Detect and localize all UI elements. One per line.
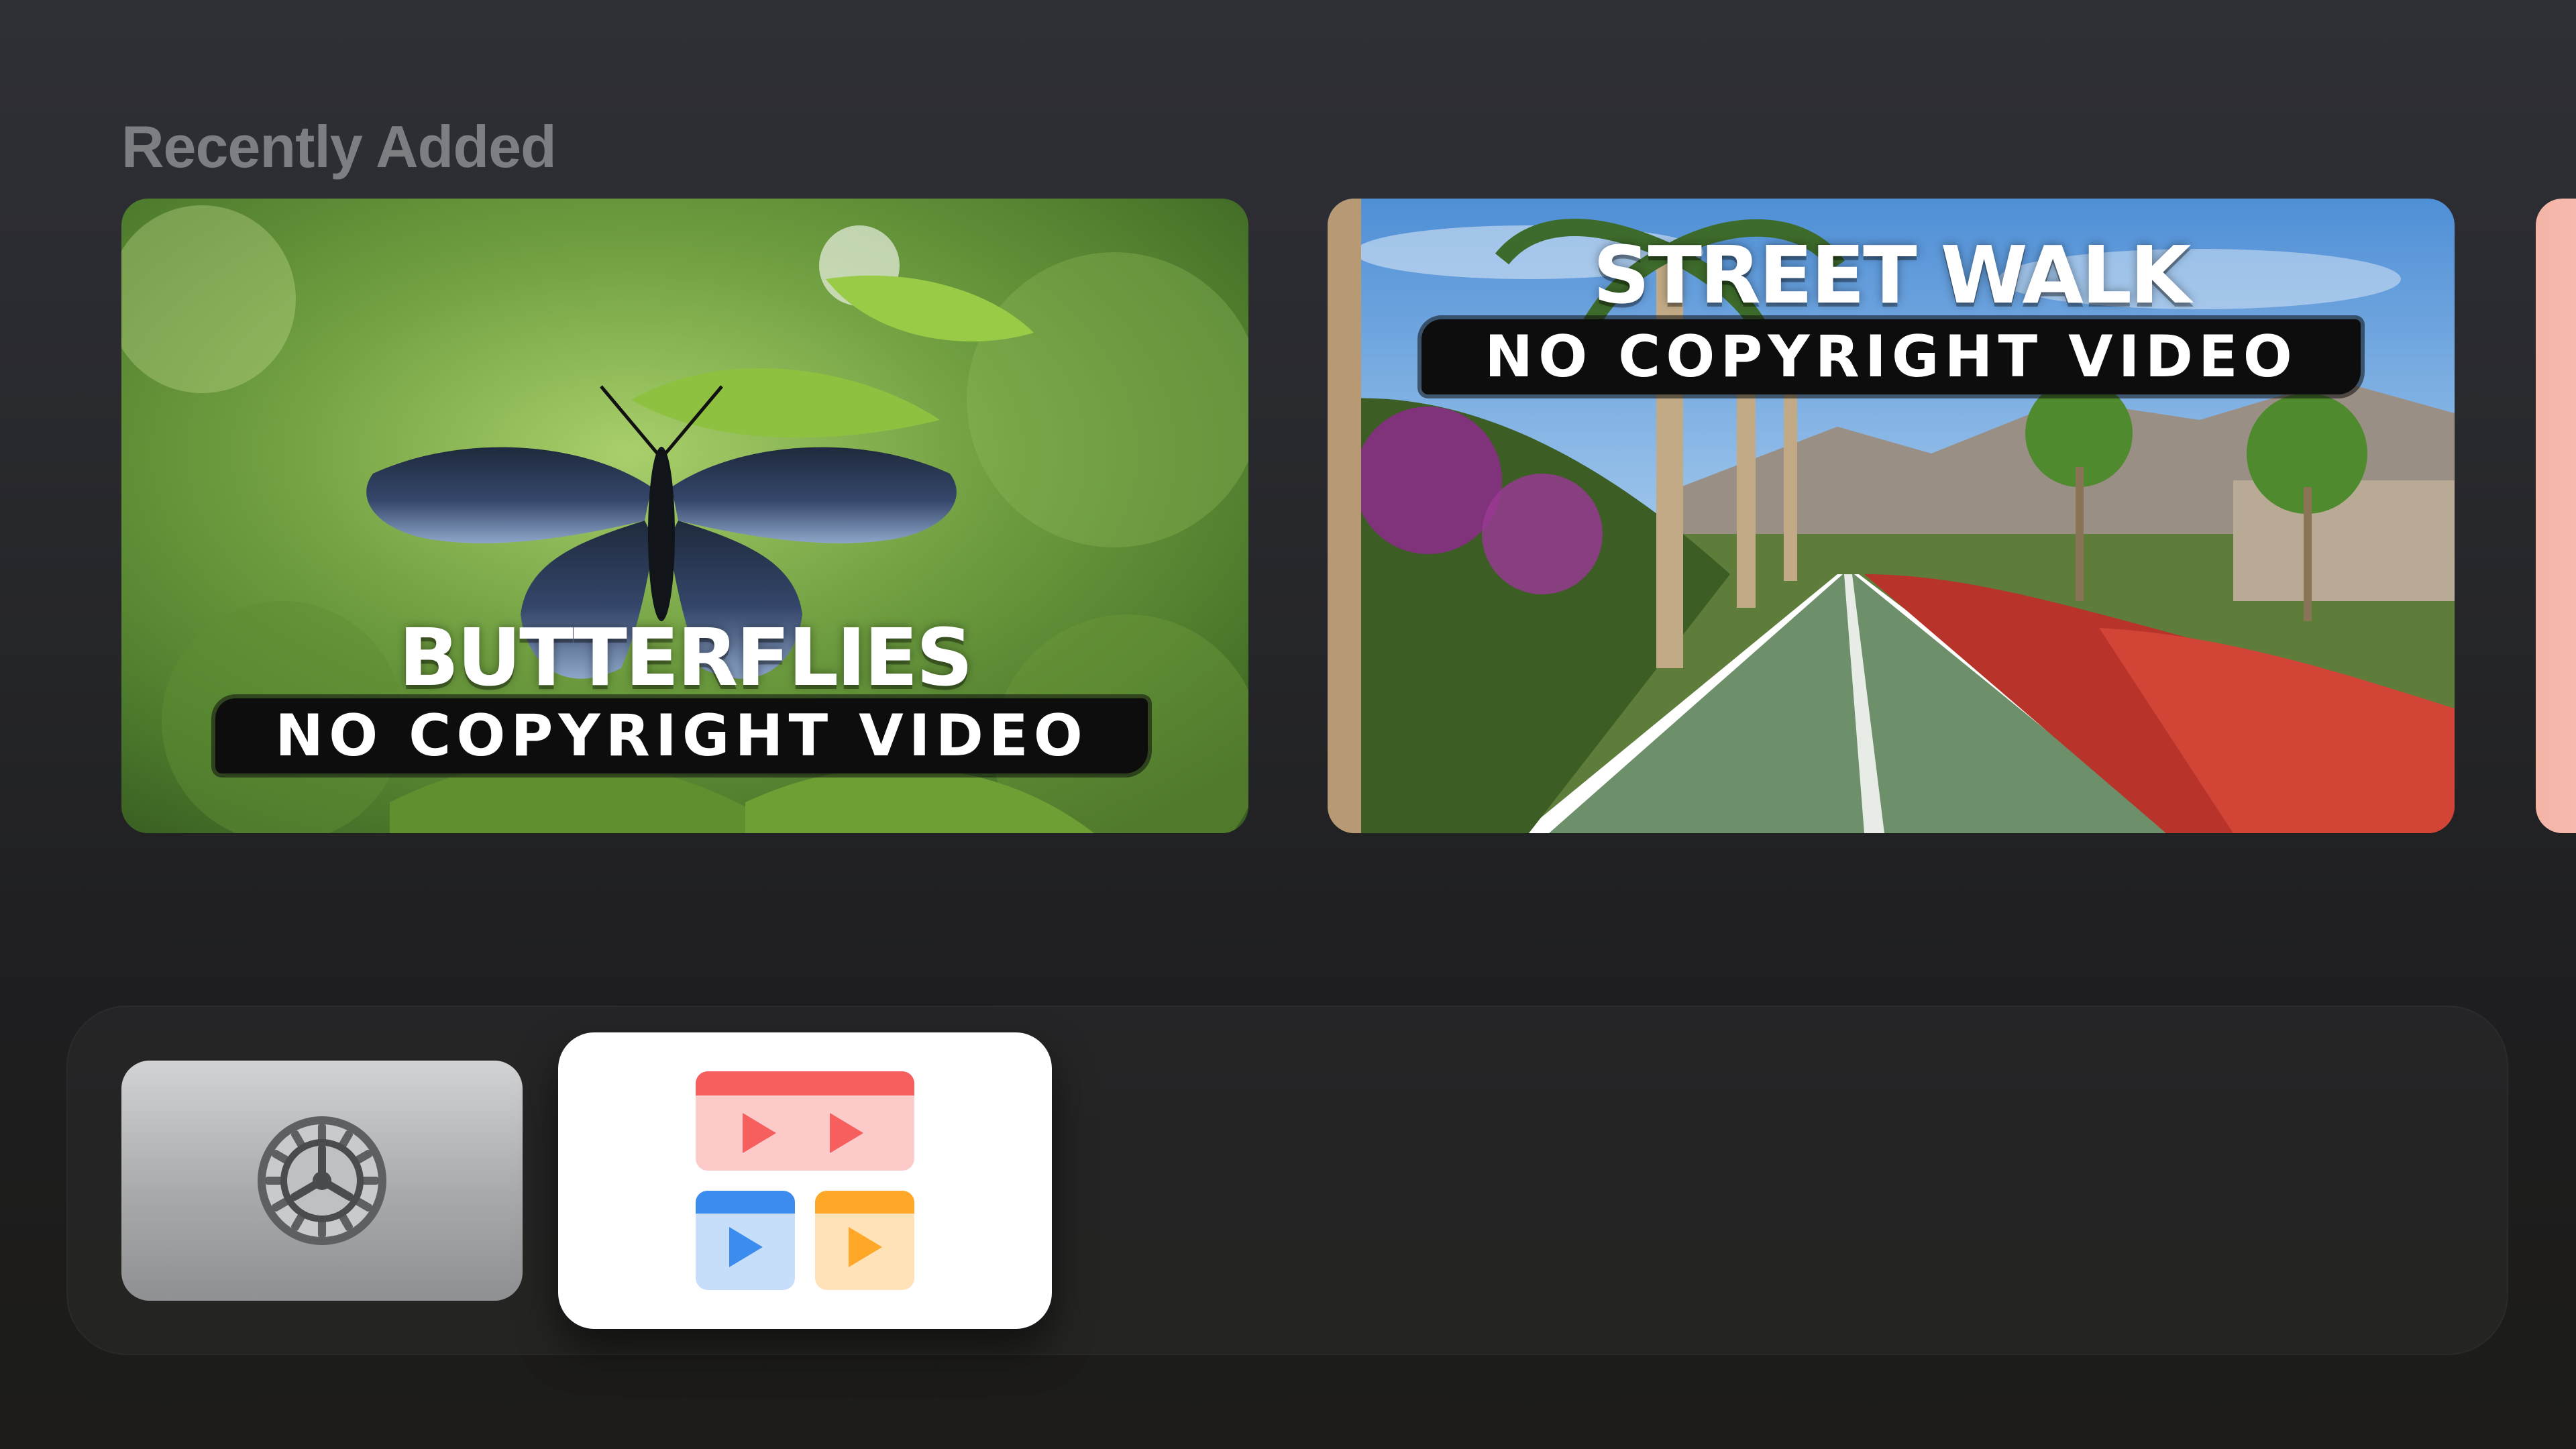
infuse-app-button[interactable] — [558, 1032, 1052, 1329]
tile-subtitle: NO COPYRIGHT VIDEO — [215, 698, 1148, 773]
video-tile-street-walk[interactable]: STREET WALK NO COPYRIGHT VIDEO — [1328, 199, 2455, 833]
tile-subtitle: NO COPYRIGHT VIDEO — [1421, 319, 2361, 394]
video-tile-butterflies[interactable]: BUTTERFLIES NO COPYRIGHT VIDEO — [121, 199, 1248, 833]
video-tile-partial[interactable] — [2536, 199, 2576, 833]
tile-title: BUTTERFLIES — [398, 611, 973, 704]
section-title: Recently Added — [121, 113, 557, 180]
settings-app-button[interactable] — [121, 1061, 523, 1301]
tv-home-screen: Recently Added BUTTERFLIES NO COPYRIGHT … — [0, 0, 2576, 1449]
video-library-icon — [696, 1071, 914, 1290]
gear-icon — [258, 1116, 386, 1245]
tile-title: STREET WALK — [1593, 229, 2192, 321]
